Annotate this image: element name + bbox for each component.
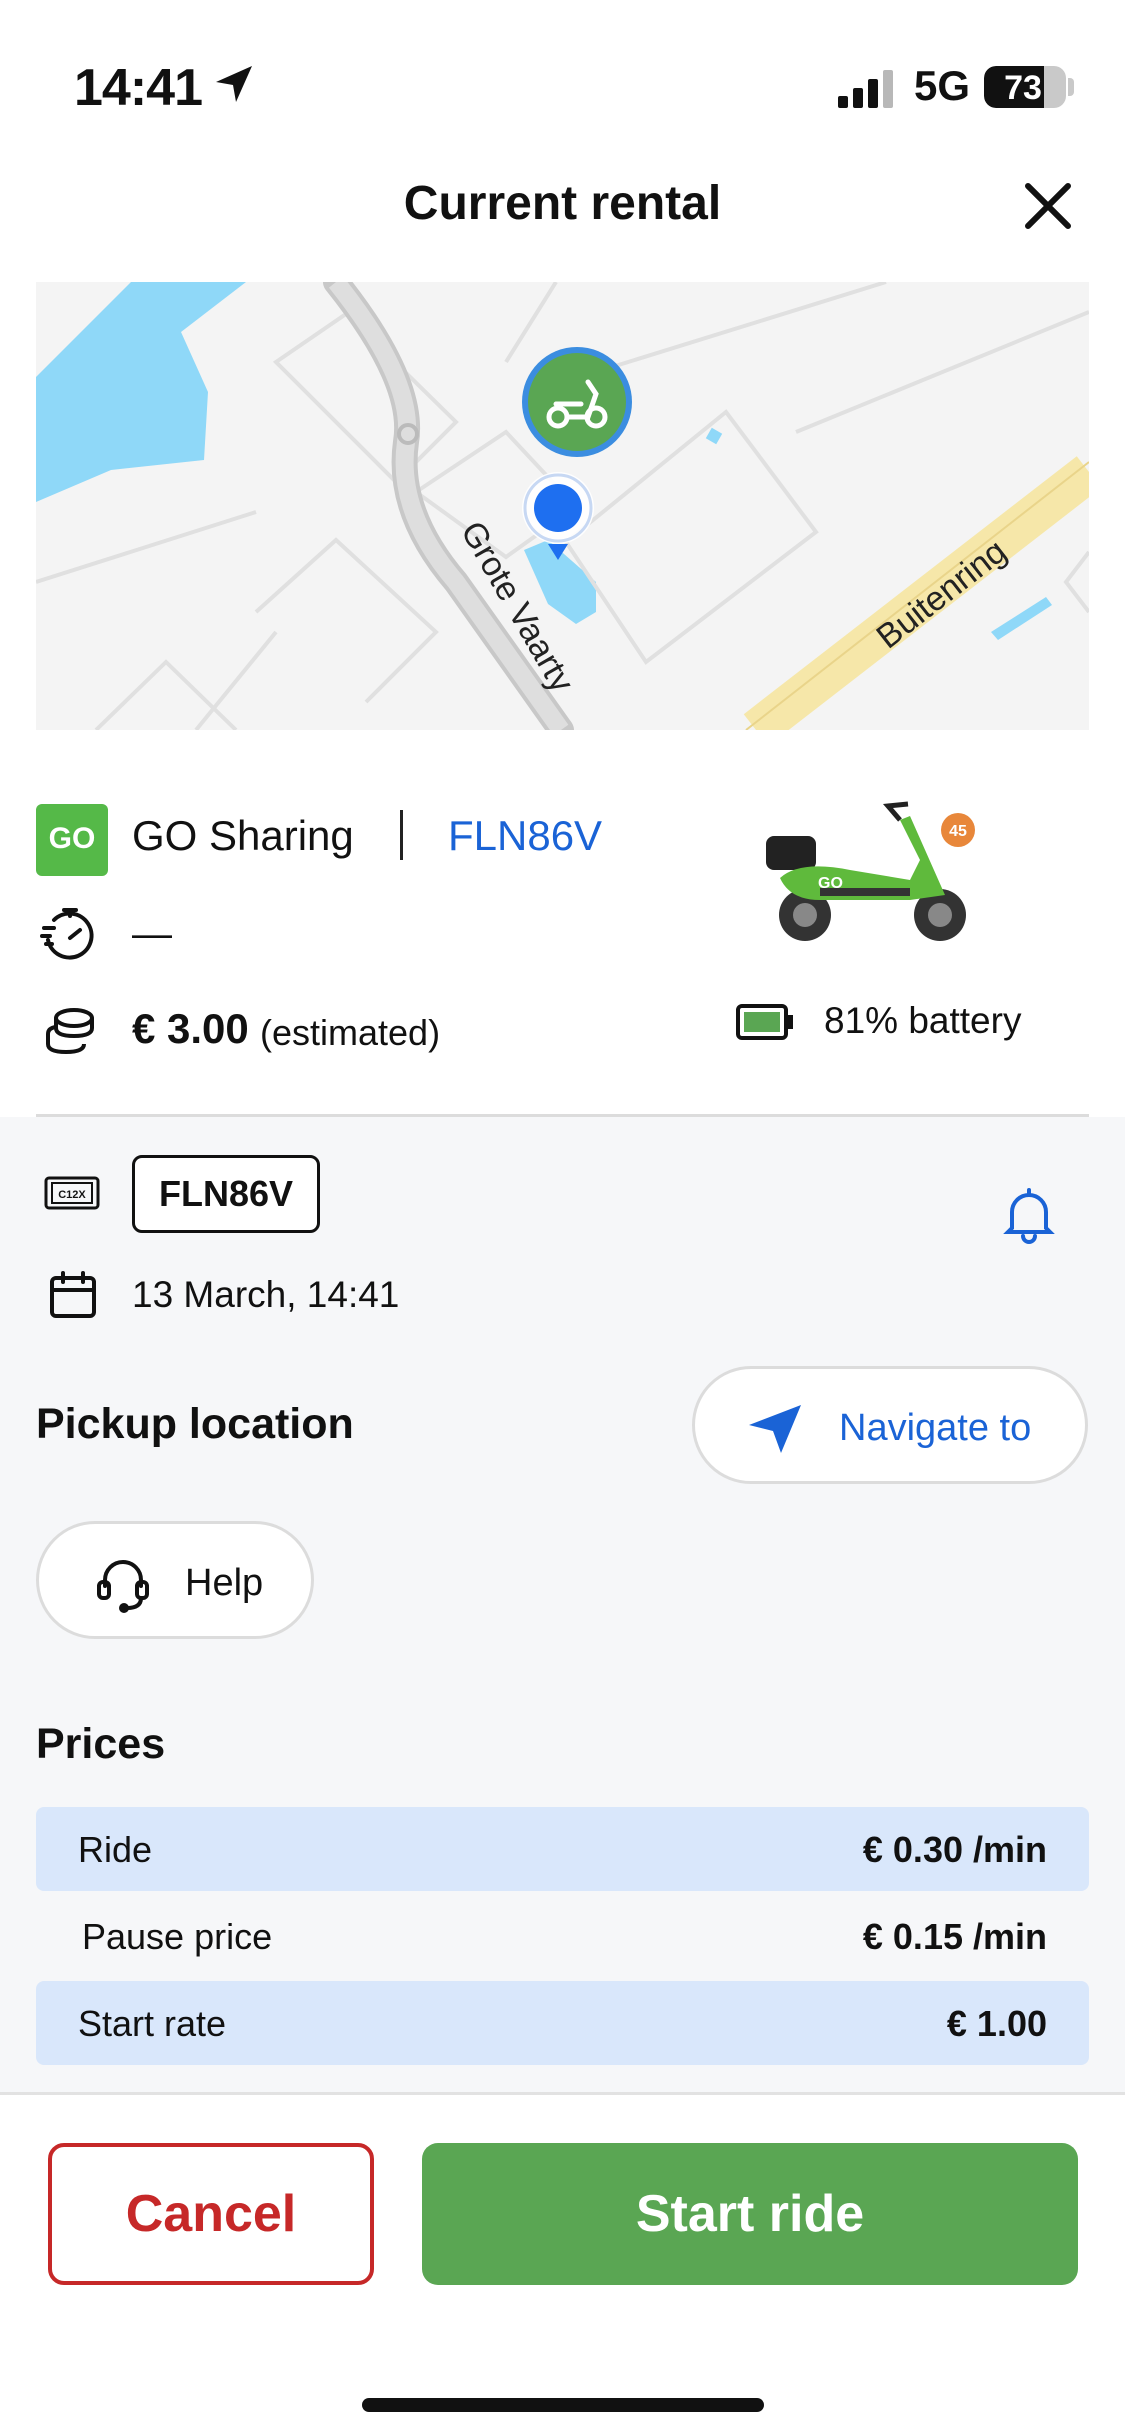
scooter-image: GO 45: [760, 800, 1000, 955]
scooter-map-pin[interactable]: [522, 347, 632, 457]
page-title: Current rental: [403, 177, 722, 230]
close-icon: [1025, 183, 1071, 229]
vehicle-battery-text: 81% battery: [824, 1000, 1022, 1041]
price-row-ride: Ride € 0.30 /min: [36, 1807, 1089, 1891]
start-ride-button[interactable]: Start ride: [422, 2143, 1078, 2285]
rental-duration: —: [132, 912, 172, 956]
scooter-badge: 45: [949, 823, 967, 840]
svg-text:GO: GO: [818, 875, 843, 892]
price-label: Pause price: [82, 1916, 273, 1957]
help-button[interactable]: Help: [36, 1521, 314, 1639]
go-sharing-logo: GO: [36, 804, 108, 876]
price-value: € 1.00: [946, 2003, 1047, 2044]
price-label: Ride: [78, 1829, 153, 1870]
cellular-signal-icon: [838, 70, 898, 113]
price-label: Start rate: [78, 2003, 227, 2044]
estimated-price: € 3.00: [132, 1005, 249, 1052]
notification-bell-button[interactable]: [1002, 1186, 1056, 1249]
help-label: Help: [185, 1562, 264, 1604]
map-view[interactable]: Grote Vaarty Buitenring: [36, 282, 1089, 730]
license-plate-badge: FLN86V: [132, 1155, 320, 1233]
navigate-to-label: Navigate to: [839, 1407, 1032, 1449]
vehicle-plate-link[interactable]: FLN86V: [448, 812, 602, 860]
price-value: € 0.15 /min: [862, 1916, 1047, 1957]
status-bar: 14:41 5G 73: [0, 0, 1125, 150]
battery-icon: 73: [984, 66, 1066, 108]
vehicle-battery-icon: [736, 1002, 796, 1047]
provider-name: GO Sharing: [132, 812, 354, 859]
navigation-arrow-icon: [747, 1403, 803, 1460]
plate-icon-text: C12X: [58, 1189, 86, 1201]
stopwatch-icon: [40, 904, 100, 969]
status-time: 14:41: [74, 59, 203, 117]
calendar-icon: [48, 1270, 98, 1325]
network-type: 5G: [914, 62, 971, 109]
bell-icon: [1003, 1188, 1055, 1244]
headset-icon: [93, 1554, 153, 1619]
price-value: € 0.30 /min: [862, 1829, 1047, 1870]
prices-title: Prices: [36, 1720, 166, 1768]
separator: [400, 810, 403, 860]
cancel-button[interactable]: Cancel: [48, 2143, 374, 2285]
price-row-pause: Pause price € 0.15 /min: [36, 1894, 1089, 1978]
battery-percent: 73: [1004, 69, 1042, 107]
coins-icon: [40, 1000, 100, 1065]
rental-date: 13 March, 14:41: [132, 1274, 400, 1315]
navigate-to-button[interactable]: Navigate to: [692, 1366, 1088, 1484]
price-row-start-rate: Start rate € 1.00: [36, 1981, 1089, 2065]
close-button[interactable]: [1020, 178, 1076, 234]
home-indicator[interactable]: [362, 2398, 764, 2412]
pickup-location-label: Pickup location: [36, 1400, 354, 1448]
license-plate-icon: C12X: [44, 1176, 100, 1215]
estimated-note: (estimated): [260, 1012, 441, 1053]
location-arrow-icon: [214, 64, 254, 109]
